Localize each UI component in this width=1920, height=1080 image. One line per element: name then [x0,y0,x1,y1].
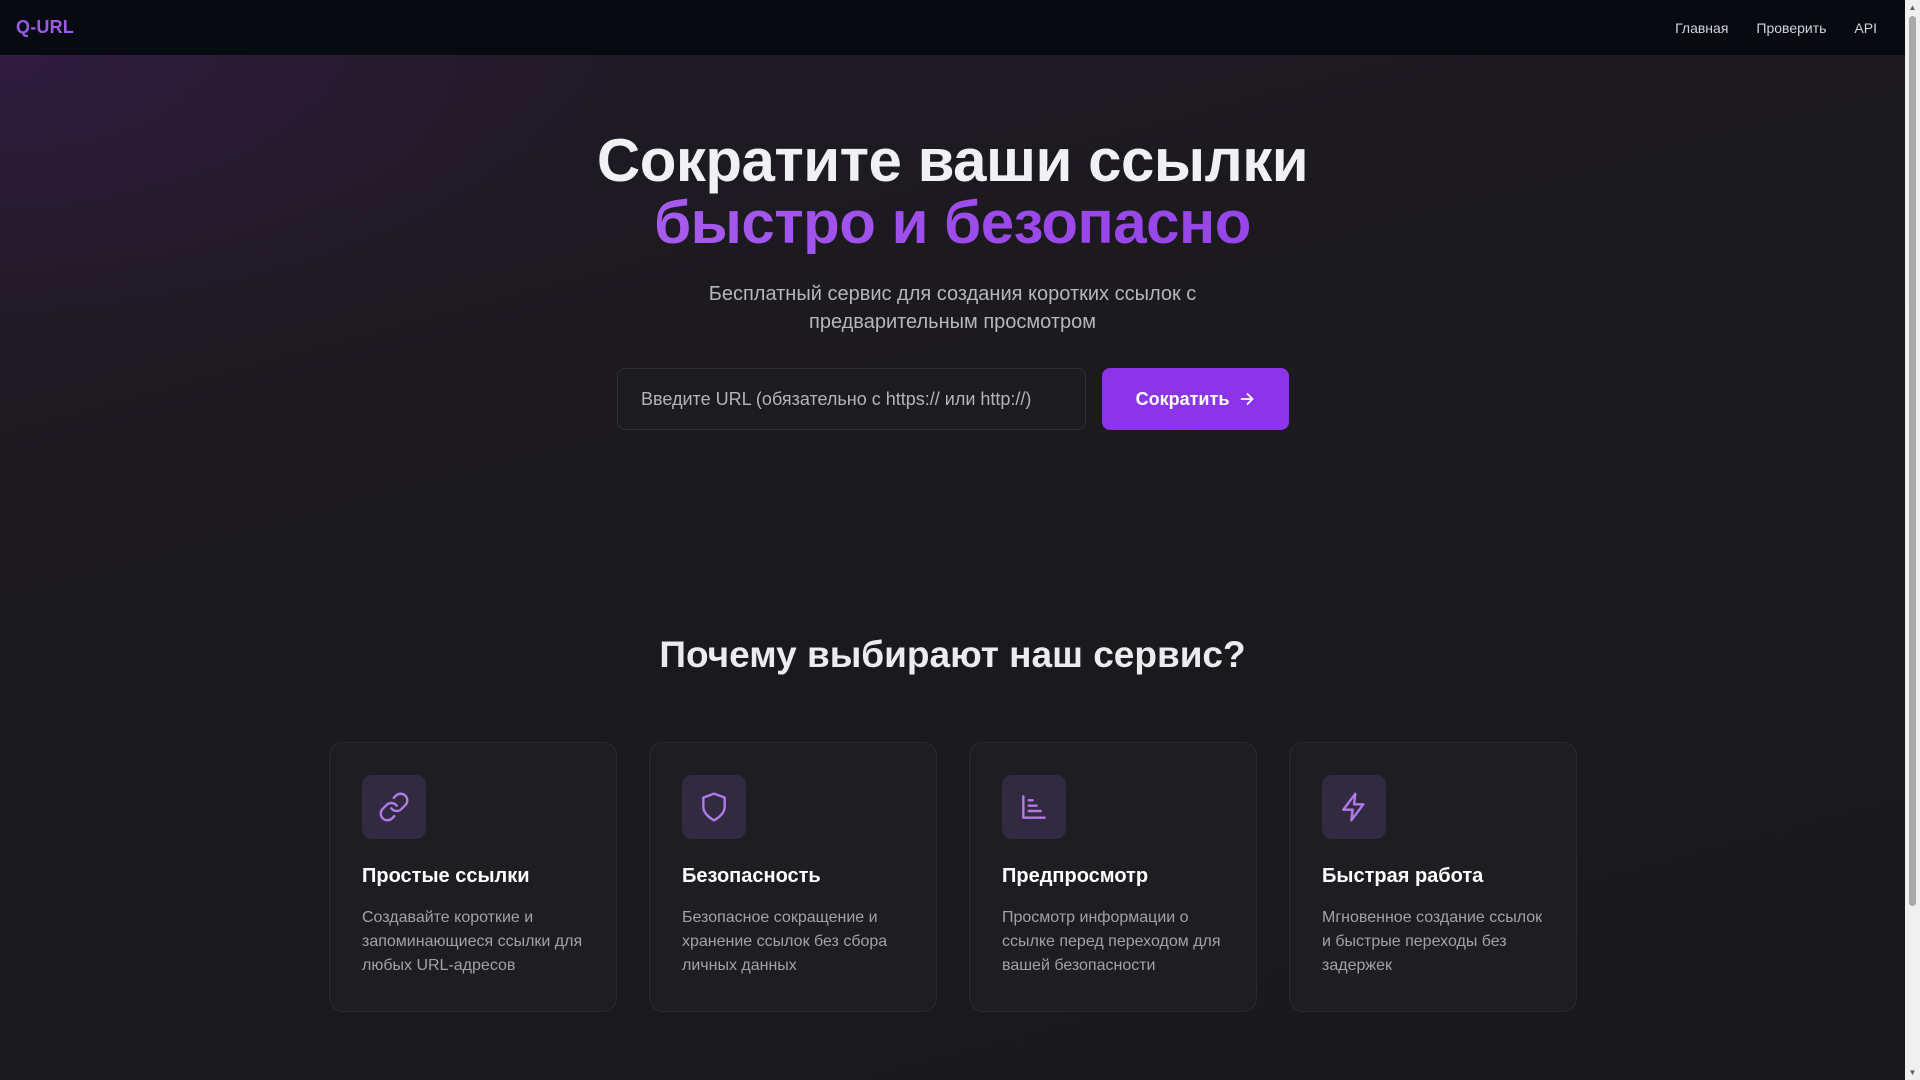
scroll-up-arrow-icon[interactable]: ▲ [1905,0,1920,15]
scrollbar-thumb[interactable] [1909,16,1916,906]
feature-title: Быстрая работа [1322,865,1484,887]
feature-card-security: Безопасность Безопасное сокращение и хра… [649,742,937,1012]
shorten-form: Сократить [617,368,1289,430]
top-navbar: Q-URL Главная Проверить API [0,0,1905,55]
feature-description: Создавайте короткие и запоминающиеся ссы… [362,909,583,974]
url-input[interactable] [617,368,1086,430]
shorten-button[interactable]: Сократить [1102,368,1289,430]
features-title: Почему выбирают наш сервис? [659,634,1246,675]
feature-description: Просмотр информации о ссылке перед перех… [1002,909,1221,974]
feature-card-preview: Предпросмотр Просмотр информации о ссылк… [969,742,1257,1012]
feature-icon-box [1322,775,1386,839]
logo[interactable]: Q-URL [16,17,74,38]
feature-description: Мгновенное создание ссылок и быстрые пер… [1322,909,1543,974]
shield-icon [702,792,726,822]
arrow-right-icon [1240,393,1254,405]
main-nav: Главная Проверить API [1675,20,1877,36]
hero-title-accent: быстро и безопасно [0,192,1905,254]
lightning-icon [1342,792,1365,822]
nav-link-check[interactable]: Проверить [1756,20,1826,36]
nav-link-api[interactable]: API [1854,20,1877,36]
feature-icon-box [362,775,426,839]
feature-title: Простые ссылки [362,865,530,887]
nav-link-home[interactable]: Главная [1675,20,1728,36]
feature-description: Безопасное сокращение и хранение ссылок … [682,909,888,974]
hero-title: Сократите ваши ссылки быстро и безопасно [0,130,1905,254]
feature-card-simple-links: Простые ссылки Создавайте короткие и зап… [329,742,617,1012]
page: Q-URL Главная Проверить API Сократите ва… [0,0,1920,1080]
feature-title: Безопасность [682,865,821,887]
shorten-button-label: Сократить [1135,388,1230,409]
vertical-scrollbar[interactable]: ▲ ▼ [1905,0,1920,1080]
link-icon [379,792,409,822]
hero-title-line1: Сократите ваши ссылки [596,127,1309,194]
feature-title: Предпросмотр [1002,865,1149,887]
feature-icon-box [1002,775,1066,839]
scroll-down-arrow-icon[interactable]: ▼ [1905,1065,1920,1080]
feature-card-fast: Быстрая работа Мгновенное создание ссыло… [1289,742,1577,1012]
feature-icon-box [682,775,746,839]
hero-subtitle: Бесплатный сервис для создания коротких … [708,283,1197,333]
hero-section: Сократите ваши ссылки быстро и безопасно… [0,130,1905,336]
chart-icon [1022,795,1046,819]
features-grid: Простые ссылки Создавайте короткие и зап… [329,742,1577,1012]
